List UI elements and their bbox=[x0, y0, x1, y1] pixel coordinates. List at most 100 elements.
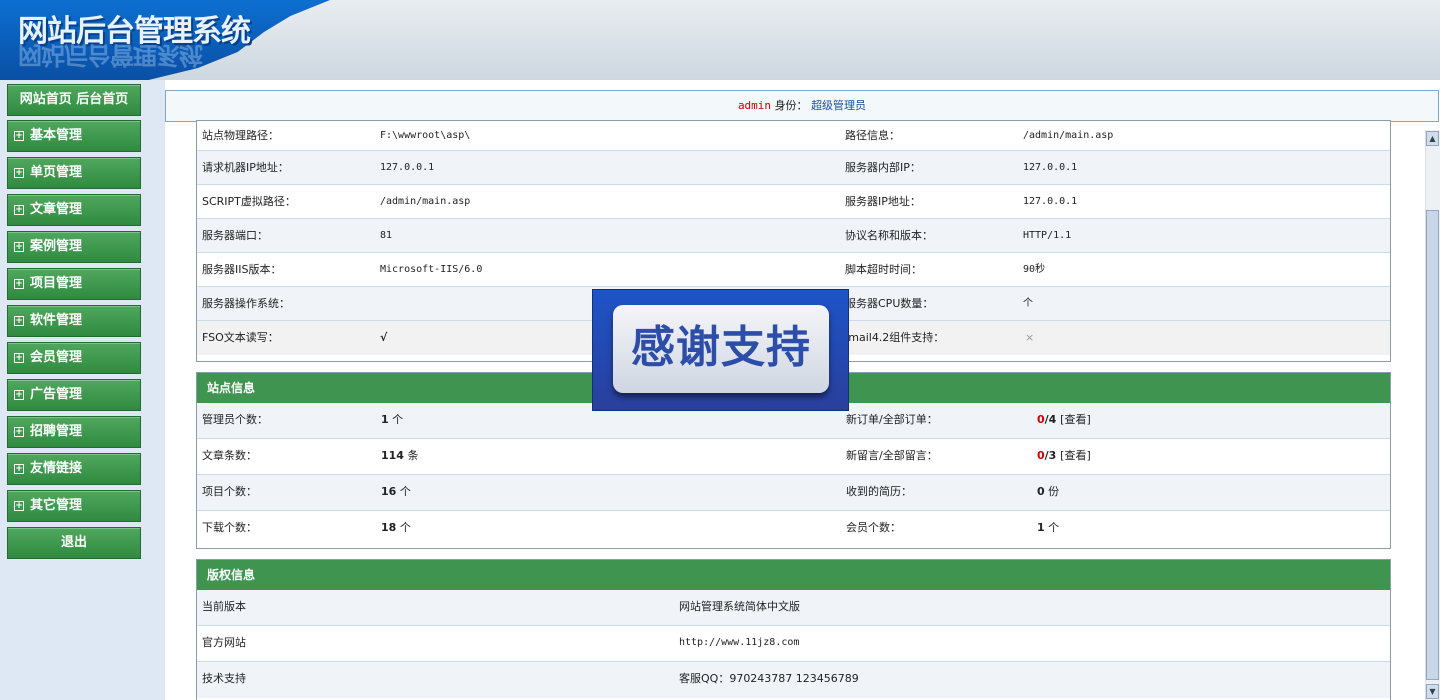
scroll-up-icon[interactable]: ▲ bbox=[1426, 131, 1439, 146]
copyright-table: 版权信息 当前版本 网站管理系统简体中文版 官方网站 http://www.11… bbox=[196, 559, 1391, 700]
official-site-link[interactable]: http://www.11jz8.com bbox=[679, 626, 799, 660]
table-row: 下载个数： 18 个 会员个数： 1 个 bbox=[197, 511, 1390, 547]
table-row: 文章条数： 114 条 新留言/全部留言： 0/3 [查看] bbox=[197, 439, 1390, 475]
row-value: 90秒 bbox=[1023, 264, 1046, 275]
view-messages-link[interactable]: [查看] bbox=[1060, 449, 1091, 462]
scroll-down-icon[interactable]: ▼ bbox=[1426, 684, 1439, 699]
row-value: 网站管理系统简体中文版 bbox=[679, 600, 800, 613]
sidebar-item-projects[interactable]: + 项目管理 bbox=[7, 268, 141, 300]
row-value: 1 bbox=[381, 413, 389, 426]
expand-icon: + bbox=[14, 242, 24, 252]
sidebar-item-label: 软件管理 bbox=[30, 313, 83, 328]
row-label: 路径信息： bbox=[845, 129, 900, 142]
check-icon: √ bbox=[380, 331, 388, 344]
expand-icon: + bbox=[14, 464, 24, 474]
row-label: 服务器CPU数量： bbox=[845, 297, 934, 310]
row-label: 新留言/全部留言： bbox=[846, 449, 938, 462]
sidebar-item-label: 文章管理 bbox=[30, 202, 83, 217]
row-label: 管理员个数： bbox=[202, 413, 268, 426]
row-label: 请求机器IP地址： bbox=[202, 161, 289, 174]
table-row: 官方网站 http://www.11jz8.com bbox=[197, 626, 1390, 662]
row-label: 服务器端口： bbox=[202, 229, 268, 242]
row-unit: 个 bbox=[399, 521, 411, 534]
expand-icon: + bbox=[14, 501, 24, 511]
sidebar-item-label: 其它管理 bbox=[30, 498, 83, 513]
row-value: 81 bbox=[380, 230, 393, 241]
row-value: Microsoft-IIS/6.0 bbox=[380, 264, 483, 275]
row-label: 下载个数： bbox=[202, 521, 257, 534]
row-value: 个 bbox=[1023, 298, 1033, 309]
cross-icon: × bbox=[1025, 331, 1035, 344]
row-value: HTTP/1.1 bbox=[1023, 230, 1072, 241]
row-label: 技术支持 bbox=[202, 672, 246, 685]
logout-button[interactable]: 退出 bbox=[7, 527, 141, 559]
row-value: 114 bbox=[381, 449, 404, 462]
row-unit: 个 bbox=[392, 413, 404, 426]
row-unit: 条 bbox=[407, 449, 419, 462]
admin-role: 超级管理员 bbox=[811, 99, 867, 112]
expand-icon: + bbox=[14, 205, 24, 215]
home-button[interactable]: 网站首页 后台首页 bbox=[7, 84, 141, 116]
table-row: 站点物理路径： F:\wwwroot\asp\ 路径信息： /admin/mai… bbox=[197, 121, 1390, 151]
thanks-badge-plate: 感谢支持 bbox=[613, 305, 829, 393]
row-value: 1 bbox=[1037, 521, 1045, 534]
view-orders-link[interactable]: [查看] bbox=[1060, 413, 1091, 426]
sidebar-item-members[interactable]: + 会员管理 bbox=[7, 342, 141, 374]
new-count: 0 bbox=[1037, 413, 1045, 426]
table-row: 当前版本 网站管理系统简体中文版 bbox=[197, 590, 1390, 626]
table-row: 请求机器IP地址： 127.0.0.1 服务器内部IP： 127.0.0.1 bbox=[197, 151, 1390, 185]
row-value: 127.0.0.1 bbox=[1023, 196, 1078, 207]
sidebar-item-other[interactable]: + 其它管理 bbox=[7, 490, 141, 522]
sidebar-item-recruit[interactable]: + 招聘管理 bbox=[7, 416, 141, 448]
row-value: F:\wwwroot\asp\ bbox=[380, 130, 471, 141]
sidebar-item-links[interactable]: + 友情链接 bbox=[7, 453, 141, 485]
row-value: 客服QQ：970243787 123456789 bbox=[679, 672, 859, 685]
row-label: 服务器操作系统： bbox=[202, 297, 290, 310]
row-unit: 份 bbox=[1048, 485, 1060, 498]
sidebar-item-software[interactable]: + 软件管理 bbox=[7, 305, 141, 337]
row-value: 0 bbox=[1037, 485, 1045, 498]
header-bar: 网站后台管理系统 网站后台管理系统 bbox=[0, 0, 1440, 80]
row-value: 18 bbox=[381, 521, 397, 534]
total-count: /4 bbox=[1044, 413, 1057, 426]
sidebar-item-label: 项目管理 bbox=[30, 276, 83, 291]
copyright-title: 版权信息 bbox=[197, 560, 1390, 590]
row-unit: 个 bbox=[1048, 521, 1060, 534]
row-value: 16 bbox=[381, 485, 397, 498]
row-label: 服务器IP地址： bbox=[845, 195, 921, 208]
expand-icon: + bbox=[14, 131, 24, 141]
scrollbar-thumb[interactable] bbox=[1426, 210, 1439, 680]
row-label: 脚本超时时间： bbox=[845, 263, 922, 276]
expand-icon: + bbox=[14, 353, 24, 363]
sidebar-item-label: 招聘管理 bbox=[30, 424, 83, 439]
new-count: 0 bbox=[1037, 449, 1045, 462]
row-label: 项目个数： bbox=[202, 485, 257, 498]
sidebar-item-cases[interactable]: + 案例管理 bbox=[7, 231, 141, 263]
row-label: 协议名称和版本： bbox=[845, 229, 933, 242]
table-row: 项目个数： 16 个 收到的简历： 0 份 bbox=[197, 475, 1390, 511]
row-label: 文章条数： bbox=[202, 449, 257, 462]
row-label: Jmail4.2组件支持： bbox=[845, 331, 945, 344]
sidebar: 网站首页 后台首页 + 基本管理 + 单页管理 + 文章管理 + 案例管理 + 项目管理 … bbox=[0, 80, 165, 700]
admin-status-bar: admin 身份： 超级管理员 bbox=[165, 90, 1439, 122]
row-label: 服务器内部IP： bbox=[845, 161, 921, 174]
sidebar-item-label: 会员管理 bbox=[30, 350, 83, 365]
row-unit: 个 bbox=[399, 485, 411, 498]
table-row: 技术支持 客服QQ：970243787 123456789 bbox=[197, 662, 1390, 698]
row-value: /admin/main.asp bbox=[1023, 130, 1114, 141]
sidebar-item-single-page[interactable]: + 单页管理 bbox=[7, 157, 141, 189]
logo-reflection: 网站后台管理系统 bbox=[18, 41, 202, 70]
sidebar-item-articles[interactable]: + 文章管理 bbox=[7, 194, 141, 226]
row-label: 会员个数： bbox=[846, 521, 901, 534]
expand-icon: + bbox=[14, 316, 24, 326]
expand-icon: + bbox=[14, 390, 24, 400]
row-label: 服务器IIS版本： bbox=[202, 263, 282, 276]
sidebar-item-label: 单页管理 bbox=[30, 165, 83, 180]
sidebar-item-basic[interactable]: + 基本管理 bbox=[7, 120, 141, 152]
expand-icon: + bbox=[14, 168, 24, 178]
row-label: 当前版本 bbox=[202, 600, 246, 613]
sidebar-item-ads[interactable]: + 广告管理 bbox=[7, 379, 141, 411]
identity-label: 身份： bbox=[774, 99, 808, 112]
thanks-badge-text: 感谢支持 bbox=[631, 322, 811, 373]
row-value: 127.0.0.1 bbox=[380, 162, 435, 173]
